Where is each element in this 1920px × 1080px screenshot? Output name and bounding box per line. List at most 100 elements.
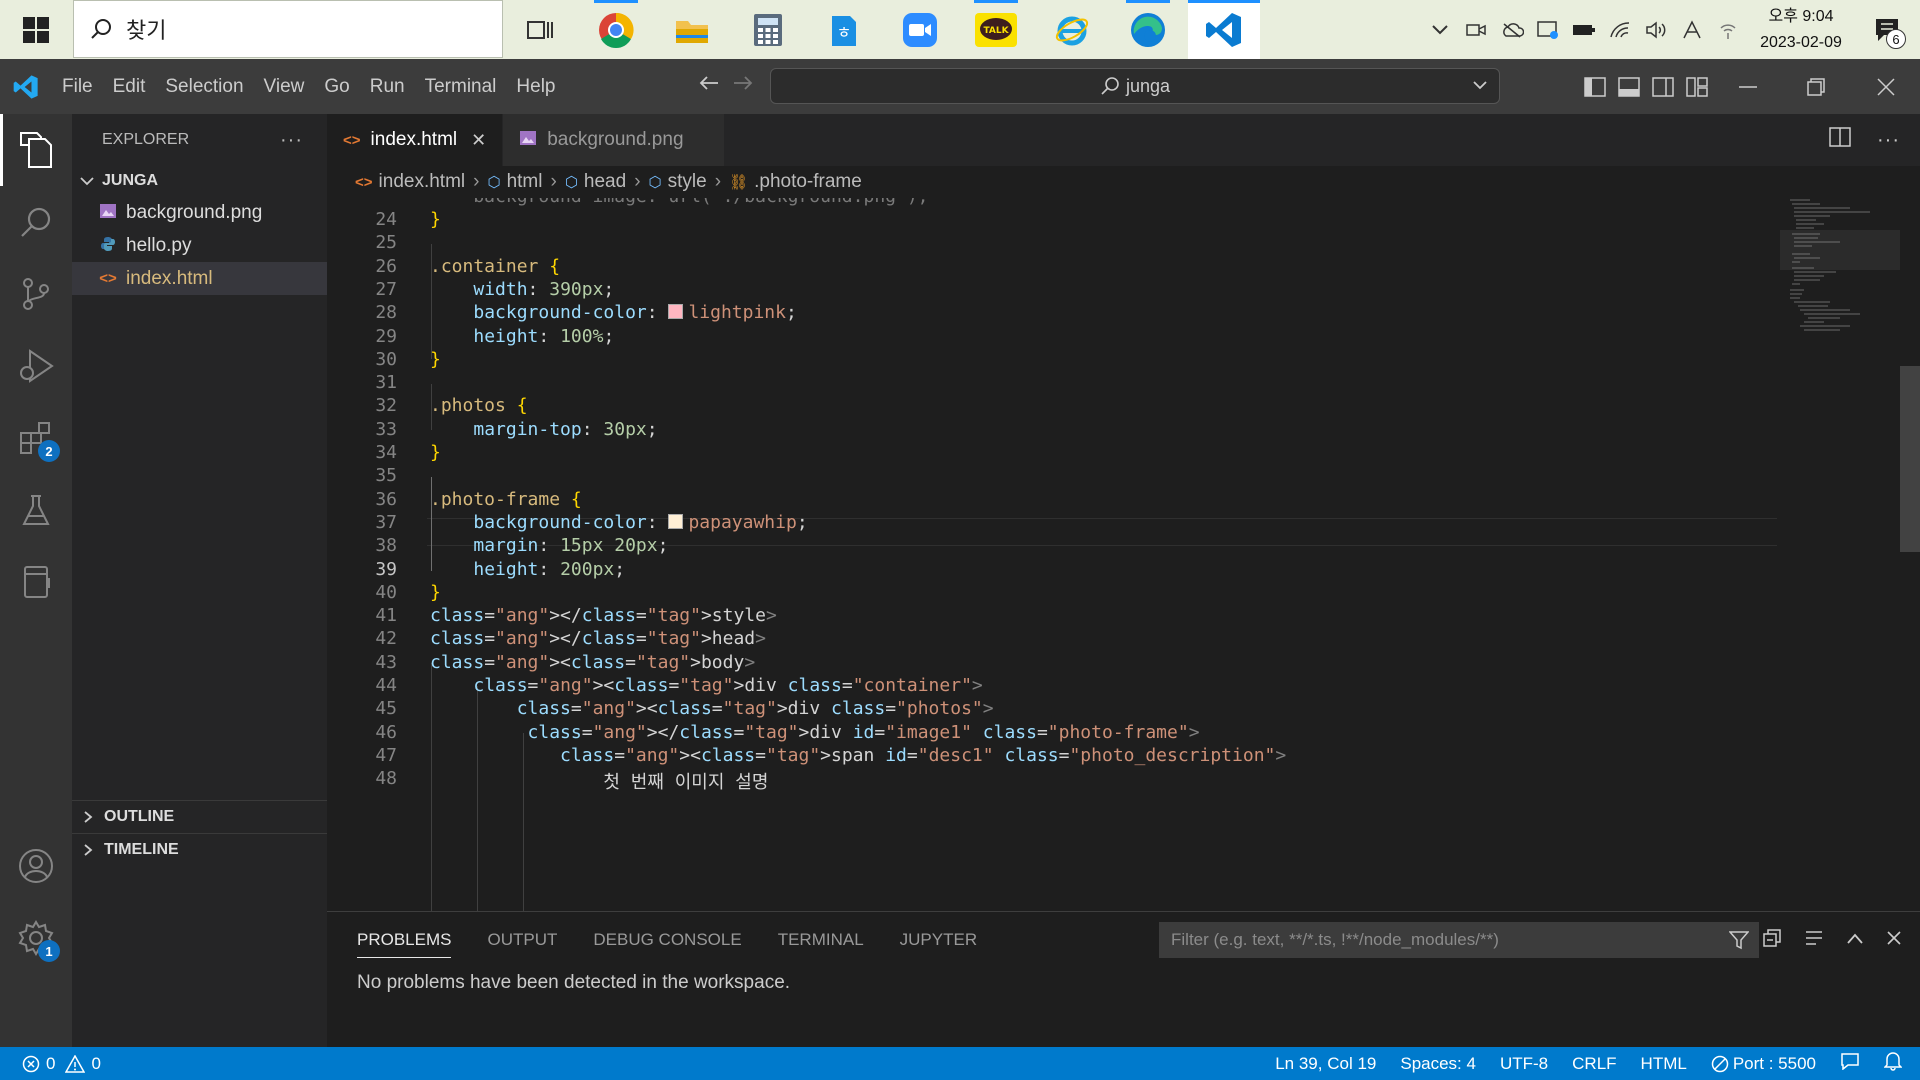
explorer-activity[interactable] [0,114,72,186]
tab-index-html[interactable]: <> index.html ✕ [327,114,504,166]
breadcrumb-item[interactable]: html [507,171,543,193]
menu-terminal[interactable]: Terminal [415,76,507,98]
tab-debug-console[interactable]: DEBUG CONSOLE [593,912,741,968]
file-item-hello-py[interactable]: hello.py [72,229,327,262]
forward-arrow-icon[interactable] [732,72,754,98]
maximize-panel-icon[interactable] [1846,930,1864,951]
command-center[interactable]: junga [770,68,1500,104]
notifications-bell-icon[interactable] [1883,1051,1903,1076]
chrome-app[interactable] [580,0,652,59]
edge-app[interactable] [1112,0,1184,59]
menu-selection[interactable]: Selection [155,76,253,98]
file-explorer-app[interactable] [656,0,728,59]
menu-edit[interactable]: Edit [103,76,156,98]
line-number: 31 [375,372,397,394]
restore-window-button[interactable] [1782,59,1850,114]
menu-run[interactable]: Run [360,76,415,98]
file-item-index-html[interactable]: <> index.html [72,262,327,295]
tab-problems[interactable]: PROBLEMS [357,922,452,958]
customize-layout-icon[interactable] [1680,59,1714,114]
more-actions-icon[interactable]: ··· [280,129,303,152]
wifi-icon[interactable] [1602,0,1638,59]
split-editor-icon[interactable] [1829,127,1851,153]
input-method-icon[interactable] [1674,0,1710,59]
problems-filter-input[interactable]: Filter (e.g. text, **/*.ts, !**/node_mod… [1159,922,1759,958]
battery-icon[interactable] [1566,0,1602,59]
tab-output[interactable]: OUTPUT [487,912,557,968]
outline-label: OUTLINE [104,808,175,825]
extensions-activity[interactable]: 2 [0,402,72,474]
taskbar-clock[interactable]: 오후 9:04 2023-02-09 [1746,4,1856,56]
cursor-position[interactable]: Ln 39, Col 19 [1275,1054,1376,1074]
toggle-primary-sidebar-icon[interactable] [1578,59,1612,114]
collapse-all-icon[interactable] [1762,928,1782,953]
filter-icon[interactable] [1729,930,1749,950]
run-and-debug-activity[interactable] [0,330,72,402]
end-of-line[interactable]: CRLF [1572,1054,1616,1074]
close-window-button[interactable] [1852,59,1920,114]
manage-activity[interactable]: 1 [0,902,72,974]
outline-section[interactable]: OUTLINE [72,800,327,833]
show-hidden-icons-chevron-icon[interactable] [1422,0,1458,59]
file-item-background-png[interactable]: background.png [72,196,327,229]
live-server-port[interactable]: Port : 5500 [1711,1054,1816,1074]
hangul-app[interactable]: ㅎ [808,0,880,59]
accounts-activity[interactable] [0,830,72,902]
vscode-app[interactable] [1188,0,1260,59]
menu-file[interactable]: File [52,76,103,98]
view-as-list-icon[interactable] [1804,929,1824,952]
network-icon[interactable] [1710,0,1746,59]
code-editor[interactable]: background-image: url("./background.png"… [327,198,1777,911]
minimize-window-button[interactable] [1714,59,1782,114]
problems-status[interactable]: 0 0 [22,1054,101,1074]
source-control-activity[interactable] [0,258,72,330]
search-activity[interactable] [0,186,72,258]
error-count: 0 [46,1053,56,1073]
editor-scrollbar-thumb[interactable] [1900,366,1920,552]
code-line: background-color: lightpink; [473,302,797,324]
line-number: 46 [375,721,397,743]
onedrive-icon[interactable] [1494,0,1530,59]
menu-help[interactable]: Help [506,76,565,98]
language-mode[interactable]: HTML [1641,1054,1687,1074]
breadcrumb-item[interactable]: head [584,171,626,193]
back-arrow-icon[interactable] [698,72,720,98]
zoom-app[interactable] [884,0,956,59]
line-number: 44 [375,675,397,696]
close-panel-icon[interactable] [1886,930,1902,951]
windows-start-button[interactable] [0,0,72,59]
calculator-app[interactable] [732,0,804,59]
workspace-folder[interactable]: JUNGA [72,166,327,196]
tab-jupyter[interactable]: JUPYTER [900,912,977,968]
internet-explorer-app[interactable] [1036,0,1108,59]
indentation[interactable]: Spaces: 4 [1400,1054,1476,1074]
volume-icon[interactable] [1638,0,1674,59]
toggle-panel-icon[interactable] [1612,59,1646,114]
menu-view[interactable]: View [254,76,315,98]
breadcrumb-item[interactable]: .photo-frame [754,171,862,193]
timeline-section[interactable]: TIMELINE [72,833,327,866]
breadcrumb-item[interactable]: index.html [379,171,466,193]
chevron-down-icon[interactable] [1471,76,1489,94]
remote-explorer-activity[interactable] [0,546,72,618]
meet-now-icon[interactable] [1458,0,1494,59]
kakaotalk-app[interactable]: TALK [960,0,1032,59]
timeline-label: TIMELINE [104,841,179,858]
tab-terminal[interactable]: TERMINAL [778,912,864,968]
code-line: } [430,348,441,370]
html-file-icon: <> [355,173,373,191]
breadcrumb-item[interactable]: style [668,171,707,193]
action-center-button[interactable]: 6 [1856,0,1920,59]
menu-go[interactable]: Go [314,76,359,98]
feedback-icon[interactable] [1840,1052,1860,1075]
toggle-secondary-sidebar-icon[interactable] [1646,59,1680,114]
testing-activity[interactable] [0,474,72,546]
minimap[interactable] [1780,198,1900,911]
task-view-button[interactable] [504,0,576,59]
taskbar-search-box[interactable]: 찾기 [73,0,503,58]
close-tab-icon[interactable]: ✕ [471,130,486,151]
file-encoding[interactable]: UTF-8 [1500,1054,1548,1074]
tab-background-png[interactable]: background.png [503,114,725,166]
windows-update-icon[interactable] [1530,0,1566,59]
more-actions-icon[interactable]: ··· [1877,129,1900,152]
